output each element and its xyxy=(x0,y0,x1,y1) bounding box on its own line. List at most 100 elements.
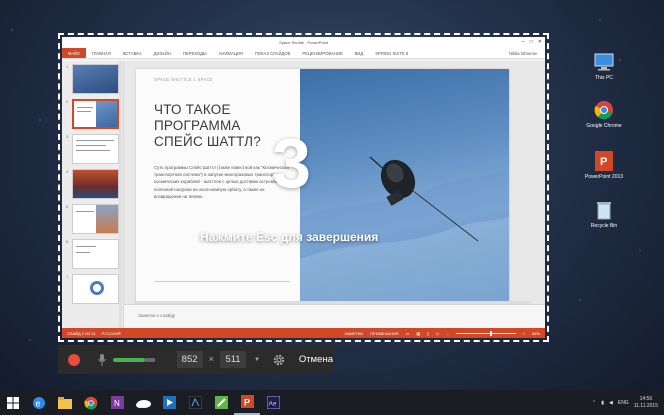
mic-level-meter[interactable] xyxy=(112,357,155,362)
taskbar-app-icon[interactable] xyxy=(182,390,208,415)
recycle-bin-icon xyxy=(593,199,615,221)
desktop-icon-chrome[interactable]: Google Chrome xyxy=(584,99,624,129)
desktop-icon-label: Google Chrome xyxy=(586,123,622,129)
tab-file[interactable]: ФАЙЛ xyxy=(62,48,86,58)
slide-thumbnail[interactable] xyxy=(72,134,119,164)
chrome-icon xyxy=(593,99,615,121)
taskbar-onenote-icon[interactable]: N xyxy=(104,390,130,415)
thumbnail-row[interactable]: 7 xyxy=(66,274,123,304)
height-field[interactable]: 511 xyxy=(220,351,246,368)
slide-divider xyxy=(154,281,290,282)
svg-text:P: P xyxy=(600,156,607,168)
thumbnail-row[interactable]: 3 xyxy=(66,134,123,164)
taskbar-onedrive-icon[interactable] xyxy=(130,390,156,415)
cancel-button[interactable]: Отмена xyxy=(299,354,333,365)
countdown-number: 3 xyxy=(272,124,311,202)
powerpoint-icon: P xyxy=(593,150,615,172)
notes-pane[interactable]: Заметки к слайду xyxy=(124,304,545,328)
sorter-view-icon[interactable]: ▦ xyxy=(416,331,420,336)
thumbnail-row[interactable]: 5 xyxy=(66,204,123,234)
slide-canvas[interactable]: Space Shuttle 1 Space ЧТО ТАКОЕ ПРОГРАММ… xyxy=(136,69,509,302)
slide-thumbnail[interactable] xyxy=(72,239,119,269)
slide-title[interactable]: ЧТО ТАКОЕ ПРОГРАММА СПЕЙС ШАТТЛ? xyxy=(154,102,290,150)
system-tray: ⌃ ▮ ◀ ENG 14:56 11.11.2015 xyxy=(592,396,664,410)
close-icon[interactable]: ✕ xyxy=(538,39,542,45)
language-indicator[interactable]: РУССКИЙ xyxy=(102,331,121,336)
slide-thumbnail[interactable] xyxy=(72,204,119,234)
tab-review[interactable]: РЕЦЕНЗИРОВАНИЕ xyxy=(296,51,348,56)
comments-button[interactable]: ПРИМЕЧАНИЯ xyxy=(370,331,398,336)
thumbnails-scrollbar[interactable] xyxy=(119,61,122,328)
clock[interactable]: 14:56 11.11.2015 xyxy=(634,396,658,410)
desktop-icon-label: Recycle Bin xyxy=(590,223,618,229)
tab-slideshow[interactable]: ПОКАЗ СЛАЙДОВ xyxy=(249,51,296,56)
countdown-hint: Нажмите Esc для завершения xyxy=(200,230,379,244)
thumbnail-row[interactable]: 4 xyxy=(66,169,123,199)
taskbar-spring-icon[interactable] xyxy=(208,390,234,415)
desktop-icon-label: PowerPoint 2013 xyxy=(584,174,624,180)
desktop-icon-powerpoint[interactable]: P PowerPoint 2013 xyxy=(584,150,624,180)
chevron-down-icon[interactable]: ▼ xyxy=(254,357,260,363)
notes-button[interactable]: ЗАМЕТКИ xyxy=(344,331,363,336)
taskbar-explorer-icon[interactable] xyxy=(52,390,78,415)
language-indicator[interactable]: ENG xyxy=(618,400,629,406)
tab-home[interactable]: ГЛАВНАЯ xyxy=(86,51,117,56)
satellite-picture xyxy=(300,156,509,302)
slide-image-satellite[interactable] xyxy=(300,69,509,302)
record-button[interactable] xyxy=(68,353,80,366)
zoom-out-icon[interactable]: – xyxy=(446,331,448,336)
microphone-icon[interactable] xyxy=(97,353,107,367)
zoom-level[interactable]: 66% xyxy=(532,331,540,336)
tab-animation[interactable]: АНИМАЦИЯ xyxy=(213,51,249,56)
slideshow-icon[interactable]: ▷ xyxy=(436,331,439,336)
svg-text:N: N xyxy=(114,399,120,408)
slide-caption: Space Shuttle 1 Space xyxy=(154,77,213,82)
desktop-icon-recycle-bin[interactable]: Recycle Bin xyxy=(584,199,624,229)
slide-thumbnail[interactable] xyxy=(72,64,119,94)
slide-editor: Space Shuttle 1 Space ЧТО ТАКОЕ ПРОГРАММ… xyxy=(124,61,545,328)
ribbon-tabs: ФАЙЛ ГЛАВНАЯ ВСТАВКА ДИЗАЙН ПЕРЕХОДЫ АНИ… xyxy=(62,48,545,59)
taskbar-edge-icon[interactable]: e xyxy=(26,390,52,415)
clock-time: 14:56 xyxy=(639,395,653,402)
window-titlebar: Space Shuttle - PowerPoint – □ ✕ xyxy=(62,37,545,48)
normal-view-icon[interactable]: ▭ xyxy=(406,331,410,336)
tab-insert[interactable]: ВСТАВКА xyxy=(117,51,148,56)
slide-body-text[interactable]: Суть программы Спейс Шаттл (также извест… xyxy=(154,164,290,200)
maximize-icon[interactable]: □ xyxy=(530,39,533,45)
status-bar: СЛАЙД 2 ИЗ 11 РУССКИЙ ЗАМЕТКИ ПРИМЕЧАНИЯ… xyxy=(62,328,545,338)
tab-design[interactable]: ДИЗАЙН xyxy=(148,51,177,56)
zoom-in-icon[interactable]: + xyxy=(523,331,525,336)
slide-counter: СЛАЙД 2 ИЗ 11 xyxy=(67,330,96,336)
tab-spring-suite[interactable]: SPRING SUITE 8 xyxy=(369,51,414,56)
thumbnail-row[interactable]: 2 xyxy=(66,99,123,129)
tray-chevron-icon[interactable]: ⌃ xyxy=(592,400,596,406)
desktop-icon-this-pc[interactable]: This PC xyxy=(584,51,624,81)
thumbnail-row[interactable]: 6 xyxy=(66,239,123,269)
user-name[interactable]: Nikita Simonov xyxy=(509,51,545,56)
pc-icon xyxy=(593,51,615,73)
taskbar-media-icon[interactable] xyxy=(156,390,182,415)
reading-view-icon[interactable]: ▯ xyxy=(427,331,429,336)
clock-date: 11.11.2015 xyxy=(633,402,658,409)
width-field[interactable]: 852 xyxy=(176,351,203,368)
notes-label: Заметки к слайду xyxy=(138,313,176,318)
gear-icon[interactable] xyxy=(273,354,285,366)
taskbar-powerpoint-icon[interactable]: P xyxy=(234,390,260,415)
taskbar-chrome-icon[interactable] xyxy=(78,390,104,415)
start-button[interactable] xyxy=(0,390,26,415)
network-icon[interactable]: ▮ xyxy=(601,400,604,406)
taskbar: e N P Ae ⌃ ▮ ◀ ENG 14:56 11.11.2015 xyxy=(0,390,664,415)
slide-thumbnails: 1 2 3 4 5 6 7 xyxy=(62,61,124,328)
slide-thumbnail[interactable] xyxy=(72,169,119,199)
minimize-icon[interactable]: – xyxy=(522,39,525,45)
slide-thumbnail[interactable] xyxy=(72,274,119,304)
thumbnail-row[interactable]: 1 xyxy=(66,64,123,94)
slide-thumbnail-active[interactable] xyxy=(72,99,119,129)
tab-view[interactable]: ВИД xyxy=(349,51,370,56)
zoom-slider[interactable] xyxy=(455,330,516,336)
window-title: Space Shuttle - PowerPoint xyxy=(279,40,328,45)
tab-transitions[interactable]: ПЕРЕХОДЫ xyxy=(177,51,213,56)
svg-text:e: e xyxy=(36,398,41,408)
taskbar-after-effects-icon[interactable]: Ae xyxy=(260,390,286,415)
volume-icon[interactable]: ◀ xyxy=(609,400,613,406)
